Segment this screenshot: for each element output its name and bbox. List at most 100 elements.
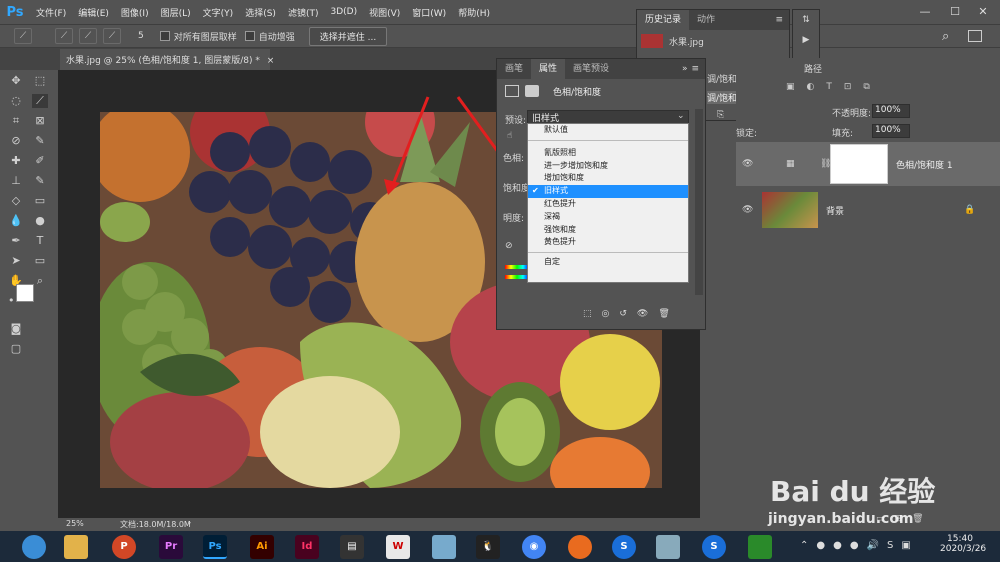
panel-scrollbar[interactable] [695,109,703,295]
tray-expand-icon[interactable]: ⌃ [800,540,808,551]
workspace-icon[interactable] [968,30,982,42]
menu-edit[interactable]: 编辑(E) [72,6,115,19]
menu-type[interactable]: 文字(Y) [197,6,240,19]
powerpoint-icon[interactable]: P [112,535,136,559]
photoshop-icon[interactable]: Ps [203,535,227,559]
screen-mode-icon[interactable]: ▢ [8,342,24,356]
panel-menu-icon[interactable]: ≡ [691,64,705,74]
tray-qq-icon[interactable]: ● [816,540,825,551]
preset-option[interactable]: 进一步增加饱和度 [528,160,688,173]
type-tool-icon[interactable]: T [32,234,48,248]
preset-option[interactable]: 氰版照相 [528,147,688,160]
visibility-eye-icon[interactable]: 👁 [742,205,753,215]
path-select-tool-icon[interactable]: ➤ [8,254,24,268]
pen-tool-icon[interactable]: ✒ [8,234,24,248]
eraser-tool-icon[interactable]: ◇ [8,194,24,208]
menu-select[interactable]: 选择(S) [239,6,282,19]
assistant-icon[interactable] [432,535,456,559]
slice-tool-icon[interactable]: ⊠ [32,114,48,128]
new-doc-icon[interactable]: ⎘ [717,110,724,120]
filter-smart-icon[interactable]: ⧉ [863,82,869,92]
zoom-tool-icon[interactable]: ⌕ [32,274,48,288]
mask-icon[interactable] [525,85,539,97]
tab-paths[interactable]: 路径 [796,60,830,77]
view-previous-icon[interactable]: ◎ [602,309,610,319]
close-tab-icon[interactable]: × [267,56,275,66]
play-icon[interactable]: ▶ [793,30,819,50]
eyedropper-tool-icon[interactable]: ⊘ [8,134,24,148]
preset-option[interactable]: 红色提升 [528,198,688,211]
maximize-icon[interactable]: ☐ [940,4,970,20]
illustrator-icon[interactable]: Ai [250,535,274,559]
brush-size[interactable]: 5 [138,31,144,41]
tab-brush-presets[interactable]: 画笔预设 [565,59,617,79]
tab-brush[interactable]: 画笔 [497,59,531,79]
search-icon[interactable]: ⌕ [942,29,949,44]
preset-option[interactable]: 增加饱和度 [528,172,688,185]
auto-enhance-checkbox[interactable] [244,31,255,41]
history-dock-icon[interactable]: ⇅ [793,10,819,30]
adjustment-icon[interactable] [505,85,519,97]
wps-icon[interactable]: W [386,535,410,559]
app-icon[interactable] [656,535,680,559]
visibility-eye-icon[interactable]: 👁 [637,309,648,319]
brush-tool-icon[interactable]: ✎ [32,134,48,148]
minimize-icon[interactable]: — [910,4,940,20]
layer-row[interactable]: 👁 ▦ ⛓ 色相/饱和度 1 [736,142,1000,186]
subtract-selection-icon[interactable]: ⟋ [103,28,121,44]
menu-image[interactable]: 图像(I) [115,6,155,19]
stamp-tool-icon[interactable]: ⊥ [8,174,24,188]
preset-option[interactable]: 自定 [528,256,688,269]
indesign-icon[interactable]: Id [295,535,319,559]
sogou-icon[interactable]: S [612,535,636,559]
volume-icon[interactable]: 🔊 [867,540,879,551]
preset-option[interactable]: 深褐 [528,211,688,224]
new-selection-icon[interactable]: ⟋ [55,28,73,44]
tab-properties[interactable]: 属性 [531,59,566,79]
menu-3d[interactable]: 3D(D) [324,7,363,17]
add-selection-icon[interactable]: ⟋ [79,28,97,44]
sogou-icon-2[interactable]: S [702,535,726,559]
quick-select-tool-icon[interactable]: ⟋ [32,94,48,108]
trash-icon[interactable]: 🗑 [658,309,669,319]
select-and-mask-button[interactable]: 选择并遮住 ... [308,26,388,46]
sample-all-layers-checkbox[interactable] [159,31,170,41]
eyedropper-icon[interactable]: ⊘ [505,241,513,251]
panel-expand-icon[interactable]: » [682,64,692,74]
tray-app-icon[interactable]: ● [833,540,842,551]
preset-option[interactable]: 默认值 [528,124,688,137]
rectangle-tool-icon[interactable]: ▭ [32,254,48,268]
foreground-color-swatch[interactable] [16,284,34,302]
dodge-tool-icon[interactable]: ● [32,214,48,228]
clip-layer-icon[interactable]: ⬚ [583,309,592,319]
tray-app-icon[interactable]: ● [850,540,859,551]
history-snapshot[interactable]: 水果.jpg [637,30,789,52]
video-editor-icon[interactable]: ▤ [340,535,364,559]
premiere-icon[interactable]: Pr [159,535,183,559]
filter-adjust-icon[interactable]: ◐ [807,82,815,92]
opacity-input[interactable]: 100% [872,104,910,118]
preset-option-selected[interactable]: ✔ 旧样式 [528,185,688,198]
document-tab[interactable]: 水果.jpg @ 25% (色相/饱和度 1, 图层蒙版/8) * × [60,49,274,70]
history-brush-icon[interactable]: ✎ [32,174,48,188]
menu-layer[interactable]: 图层(L) [155,6,197,19]
chrome-icon[interactable]: ◉ [522,535,546,559]
marquee-tool-icon[interactable]: ⬚ [32,74,48,88]
status-menu-icon[interactable]: › [188,518,191,527]
move-tool-icon[interactable]: ✥ [8,74,24,88]
qq-icon[interactable]: 🐧 [476,535,500,559]
pencil-tool-icon[interactable]: ✐ [32,154,48,168]
reset-icon[interactable]: ↺ [619,309,627,319]
healing-tool-icon[interactable]: ✚ [8,154,24,168]
layer-mask-thumbnail[interactable] [830,144,888,184]
menu-help[interactable]: 帮助(H) [452,6,496,19]
filter-shape-icon[interactable]: ⊡ [844,82,852,92]
input-method-icon[interactable]: S [887,540,893,551]
filter-image-icon[interactable]: ▣ [786,82,795,92]
menu-filter[interactable]: 滤镜(T) [282,6,325,19]
green-app-icon[interactable] [748,535,772,559]
tab-actions[interactable]: 动作 [689,10,723,30]
close-icon[interactable]: ✕ [968,4,998,20]
preset-option[interactable]: 黄色提升 [528,236,688,249]
zoom-level[interactable]: 25% [66,519,84,528]
